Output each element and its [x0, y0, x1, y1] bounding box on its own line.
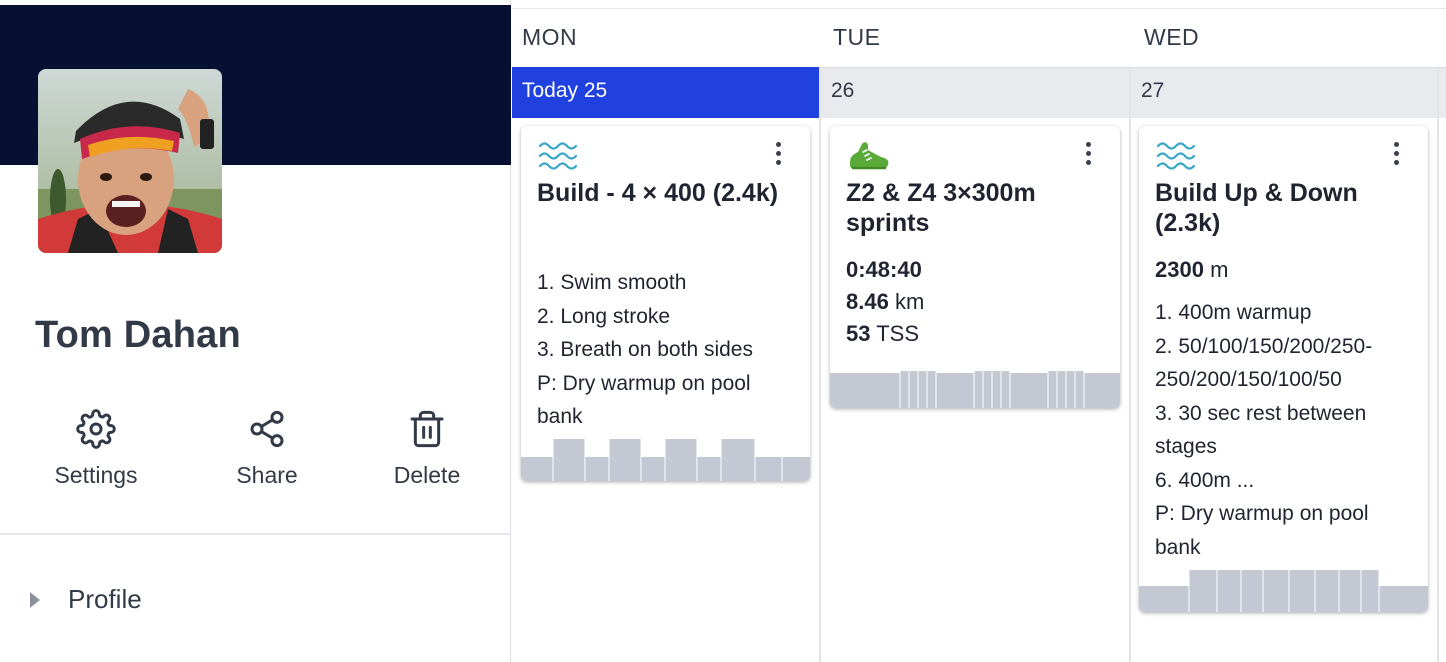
delete-label: Delete [393, 462, 461, 488]
day-header-tue: TUE [833, 24, 881, 50]
column-divider [1129, 67, 1131, 662]
share-button[interactable]: Share [192, 408, 342, 489]
gear-icon [76, 409, 116, 449]
workout-card-mon[interactable]: Build - 4 × 400 (2.4k) 1. Swim smooth 2.… [521, 126, 810, 481]
workout-intensity-graph [521, 439, 810, 481]
profile-name: Tom Dahan [35, 314, 241, 356]
calendar-top-border [512, 8, 1446, 9]
settings-button[interactable]: Settings [21, 408, 171, 489]
day-header-mon: MON [522, 24, 578, 50]
workout-intensity-graph [1139, 570, 1428, 612]
description-line: bank [537, 405, 583, 428]
date-cell-27[interactable]: 27 [1131, 67, 1437, 118]
workout-card-tue[interactable]: Z2 & Z4 3×300m sprints 0:48:40 8.46 km 5… [830, 126, 1120, 408]
card-menu-icon[interactable] [1394, 142, 1400, 166]
day-header-wed: WED [1144, 24, 1200, 50]
workout-card-wed[interactable]: Build Up & Down (2.3k) 2300 m 1. 400m wa… [1139, 126, 1428, 612]
metric-distance: 8.46 km [846, 289, 925, 314]
description-line: bank [1155, 535, 1201, 559]
description-line: 1. Swim smooth [537, 271, 687, 294]
description-line: 6. 400m ... [1155, 468, 1255, 492]
workout-metrics: 0:48:40 8.46 km 53 TSS [846, 254, 924, 350]
column-divider [819, 67, 821, 662]
profile-section-toggle[interactable]: Profile [30, 584, 142, 615]
description-line: 2. Long stroke [537, 304, 671, 328]
trash-icon [410, 410, 444, 448]
calendar: MON TUE WED Today 25 26 27 Build - 4 × 4… [512, 0, 1446, 662]
card-menu-icon[interactable] [776, 142, 782, 166]
date-cell-next [1439, 67, 1446, 118]
description-line: 3. Breath on both sides [537, 338, 753, 361]
date-label: Today 25 [522, 79, 608, 102]
profile-section-label: Profile [68, 584, 142, 614]
metric-tss: 53 TSS [846, 321, 919, 346]
workout-description: 1. Swim smooth 2. Long stroke 3. Breath … [537, 266, 799, 434]
workout-title: Z2 & Z4 3×300m sprints [846, 179, 1036, 237]
workout-intensity-graph [830, 371, 1120, 408]
date-label: 26 [831, 79, 855, 102]
description-line: 250/200/150/100/50 [1155, 368, 1342, 391]
description-line: stages [1155, 435, 1217, 458]
share-icon [250, 410, 284, 448]
metric-distance: 2300 m [1155, 257, 1229, 282]
settings-label: Settings [54, 462, 138, 488]
profile-panel: Tom Dahan Settings Share Delete Profile [0, 0, 511, 662]
description-line: 3. 30 sec rest between [1155, 401, 1367, 425]
workout-title: Build - 4 × 400 (2.4k) [537, 179, 779, 207]
swim-icon [1156, 142, 1196, 170]
description-line: 1. 400m warmup [1155, 301, 1312, 324]
workout-title: Build Up & Down (2.3k) [1155, 179, 1358, 237]
share-label: Share [236, 462, 298, 488]
date-cell-26[interactable]: 26 [821, 67, 1129, 118]
workout-description: 1. 400m warmup 2. 50/100/150/200/250- 25… [1155, 296, 1417, 564]
description-line: P: Dry warmup on pool [1155, 502, 1369, 525]
description-line: P: Dry warmup on pool [537, 371, 751, 395]
description-line: 2. 50/100/150/200/250- [1155, 334, 1373, 358]
caret-right-icon [30, 591, 40, 608]
workout-metrics: 2300 m [1155, 254, 1228, 286]
avatar[interactable] [38, 69, 222, 253]
metric-duration: 0:48:40 [846, 257, 922, 282]
column-divider [1437, 67, 1439, 662]
delete-button[interactable]: Delete [352, 408, 502, 489]
swim-icon [538, 142, 578, 170]
card-menu-icon[interactable] [1086, 142, 1092, 166]
run-shoe-icon [850, 142, 889, 170]
date-cell-today[interactable]: Today 25 [512, 67, 819, 118]
divider [0, 533, 511, 535]
date-label: 27 [1141, 79, 1165, 102]
